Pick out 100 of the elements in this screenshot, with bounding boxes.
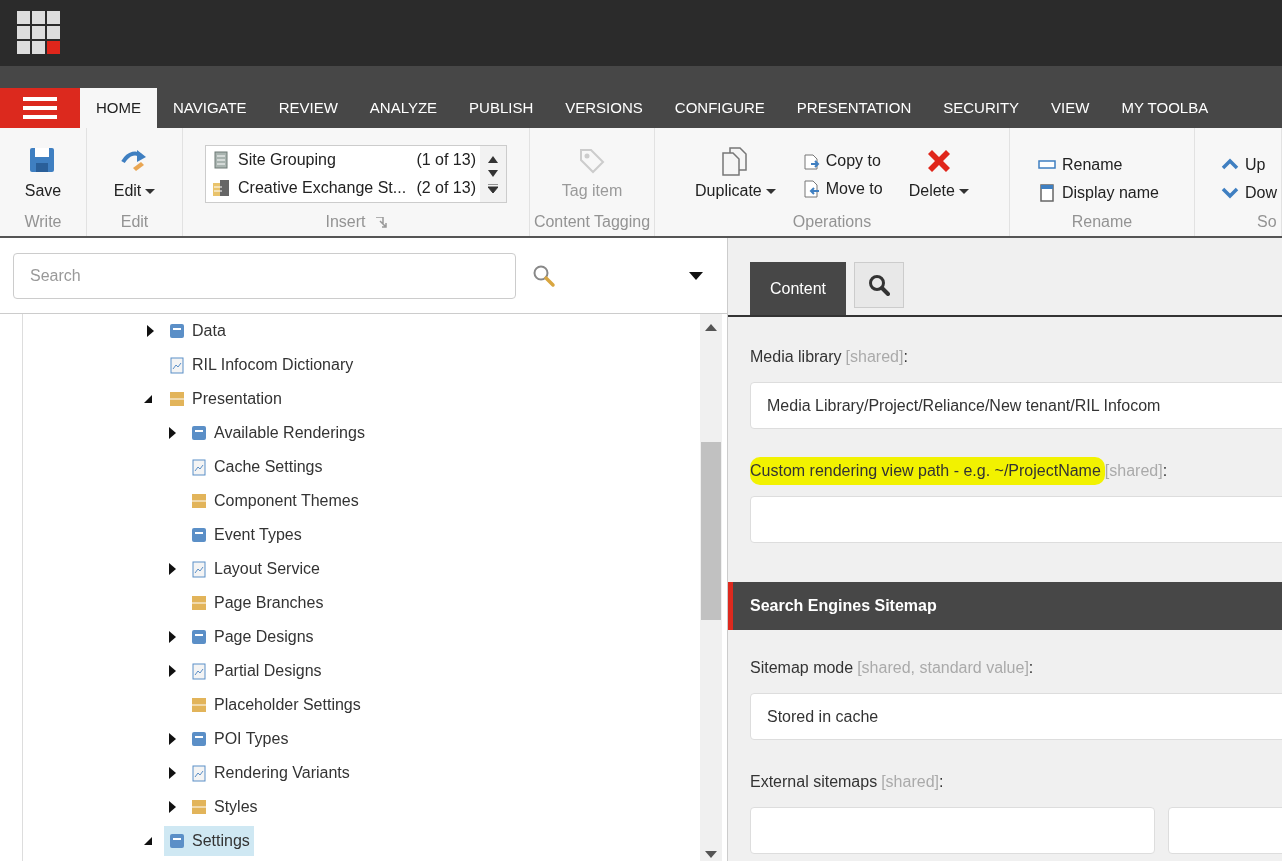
- dropdown-caret-icon: [765, 188, 776, 194]
- collapsed-arrow-icon[interactable]: [169, 801, 176, 813]
- gallery-list[interactable]: Site Grouping (1 of 13) Creative Exchange St... (2 of 13): [205, 145, 507, 203]
- collapsed-arrow-icon[interactable]: [147, 325, 154, 337]
- tree-item[interactable]: Data: [164, 316, 230, 346]
- ribbon-button[interactable]: Duplicate: [695, 146, 776, 203]
- field-qualifier: [shared]: [845, 347, 904, 367]
- server-icon: [212, 151, 230, 169]
- item-icon: [190, 458, 208, 476]
- tree-item[interactable]: Styles: [186, 792, 262, 822]
- field-suffix: :: [1162, 461, 1168, 481]
- ribbon-button[interactable]: Save: [24, 146, 62, 203]
- search-icon[interactable]: [532, 263, 556, 288]
- gallery-item-name[interactable]: Creative Exchange St...: [238, 176, 417, 200]
- tree-item[interactable]: Available Renderings: [186, 418, 369, 448]
- tree-item[interactable]: Cache Settings: [186, 452, 327, 482]
- item-icon: [190, 764, 208, 782]
- ribbon-tab[interactable]: MY TOOLBA: [1105, 88, 1225, 128]
- expanded-arrow-icon[interactable]: [144, 837, 152, 845]
- tree-item[interactable]: RIL Infocom Dictionary: [164, 350, 358, 380]
- input-field[interactable]: [750, 496, 1282, 543]
- collapsed-arrow-icon[interactable]: [169, 767, 176, 779]
- collapsed-arrow-icon[interactable]: [169, 733, 176, 745]
- collapsed-arrow-icon[interactable]: [169, 563, 176, 575]
- scroll-up-icon[interactable]: [705, 324, 717, 331]
- search-tab[interactable]: [854, 262, 905, 308]
- ribbon-small-button[interactable]: Rename: [1038, 154, 1159, 176]
- search-field[interactable]: Search: [13, 252, 516, 299]
- item-icon: [190, 526, 208, 544]
- input-field[interactable]: [750, 807, 1155, 854]
- group-label: Edit: [120, 212, 149, 232]
- dropdown-caret-icon: [958, 188, 969, 194]
- tree-item[interactable]: Rendering Variants: [186, 758, 354, 788]
- scroll-down-icon[interactable]: [705, 851, 717, 858]
- field-qualifier: [shared, standard value]: [857, 658, 1029, 678]
- ribbon-tab[interactable]: ANALYZE: [353, 88, 454, 128]
- ribbon-button[interactable]: Edit: [113, 146, 156, 203]
- menu-button[interactable]: [0, 88, 80, 128]
- item-icon: [168, 356, 186, 374]
- tree-item[interactable]: Page Designs: [186, 622, 318, 652]
- tree-item[interactable]: Placeholder Settings: [186, 690, 365, 720]
- expand-gallery-icon[interactable]: [488, 183, 498, 193]
- ribbon-small-button[interactable]: Copy to: [801, 150, 883, 172]
- gallery-item-count: (2 of 13): [416, 178, 477, 198]
- scroll-down-icon[interactable]: [488, 169, 498, 177]
- scroll-up-icon[interactable]: [488, 155, 498, 163]
- field-suffix: :: [1028, 658, 1034, 678]
- gallery-item-count: (1 of 13): [416, 150, 477, 170]
- tree-item[interactable]: Layout Service: [186, 554, 324, 584]
- item-icon: [190, 628, 208, 646]
- expanded-arrow-icon[interactable]: [144, 395, 152, 403]
- scrollbar[interactable]: [700, 314, 722, 861]
- section-title: Search Engines Sitemap: [750, 596, 937, 616]
- ribbon-tab[interactable]: PUBLISH: [453, 88, 550, 128]
- collapsed-arrow-icon[interactable]: [169, 631, 176, 643]
- ribbon-small-button[interactable]: Dow: [1221, 182, 1277, 204]
- tree-item[interactable]: Partial Designs: [186, 656, 326, 686]
- search-icon: [868, 274, 891, 296]
- item-icon: [168, 832, 186, 850]
- field-label: Media library: [750, 347, 843, 367]
- collapsed-arrow-icon[interactable]: [169, 427, 176, 439]
- scrollbar-thumb[interactable]: [701, 442, 721, 620]
- ribbon-tab[interactable]: PRESENTATION: [780, 88, 928, 128]
- ribbon-small-button[interactable]: Up: [1221, 154, 1277, 176]
- item-icon: [190, 424, 208, 442]
- move-page-icon: [801, 179, 820, 199]
- ribbon-tab[interactable]: HOME: [80, 88, 157, 128]
- field-qualifier: [shared]: [1104, 461, 1163, 481]
- ribbon-tab[interactable]: VERSIONS: [549, 88, 659, 128]
- tree-item[interactable]: Component Themes: [186, 486, 363, 516]
- ribbon-tab[interactable]: REVIEW: [262, 88, 354, 128]
- item-icon: [190, 594, 208, 612]
- dialog-launcher-icon[interactable]: [375, 216, 387, 228]
- gallery-item-name[interactable]: Site Grouping: [238, 148, 417, 172]
- collapsed-arrow-icon[interactable]: [169, 665, 176, 677]
- ribbon-tab[interactable]: CONFIGURE: [658, 88, 781, 128]
- item-icon: [190, 662, 208, 680]
- stacked-folders-icon: [212, 179, 230, 197]
- ribbon-tab[interactable]: NAVIGATE: [157, 88, 263, 128]
- input-field[interactable]: Media Library/Project/Reliance/New tenant/RIL Infocom: [750, 382, 1282, 429]
- group-label: Write: [24, 212, 62, 232]
- ribbon-tab[interactable]: VIEW: [1035, 88, 1106, 128]
- tag-icon: [577, 146, 607, 176]
- tree-item[interactable]: POI Types: [186, 724, 293, 754]
- ribbon-button[interactable]: Delete: [908, 146, 969, 203]
- ribbon-small-button[interactable]: Display name: [1038, 182, 1159, 204]
- field-qualifier: [shared]: [881, 772, 939, 792]
- tree-item[interactable]: Page Branches: [186, 588, 328, 618]
- tree-item[interactable]: Event Types: [186, 520, 306, 550]
- ribbon-small-button[interactable]: Move to: [801, 178, 883, 200]
- item-icon: [190, 696, 208, 714]
- app-grid-logo[interactable]: [17, 11, 61, 55]
- group-label: Insert: [325, 212, 366, 232]
- tree-item[interactable]: Settings: [164, 826, 254, 856]
- tree-item[interactable]: Presentation: [164, 384, 286, 414]
- editor-tab[interactable]: Content: [750, 262, 847, 315]
- dropdown-caret-icon[interactable]: [689, 271, 703, 280]
- item-icon: [190, 798, 208, 816]
- ribbon-tab[interactable]: SECURITY: [927, 88, 1036, 128]
- input-field[interactable]: Stored in cache: [750, 693, 1282, 740]
